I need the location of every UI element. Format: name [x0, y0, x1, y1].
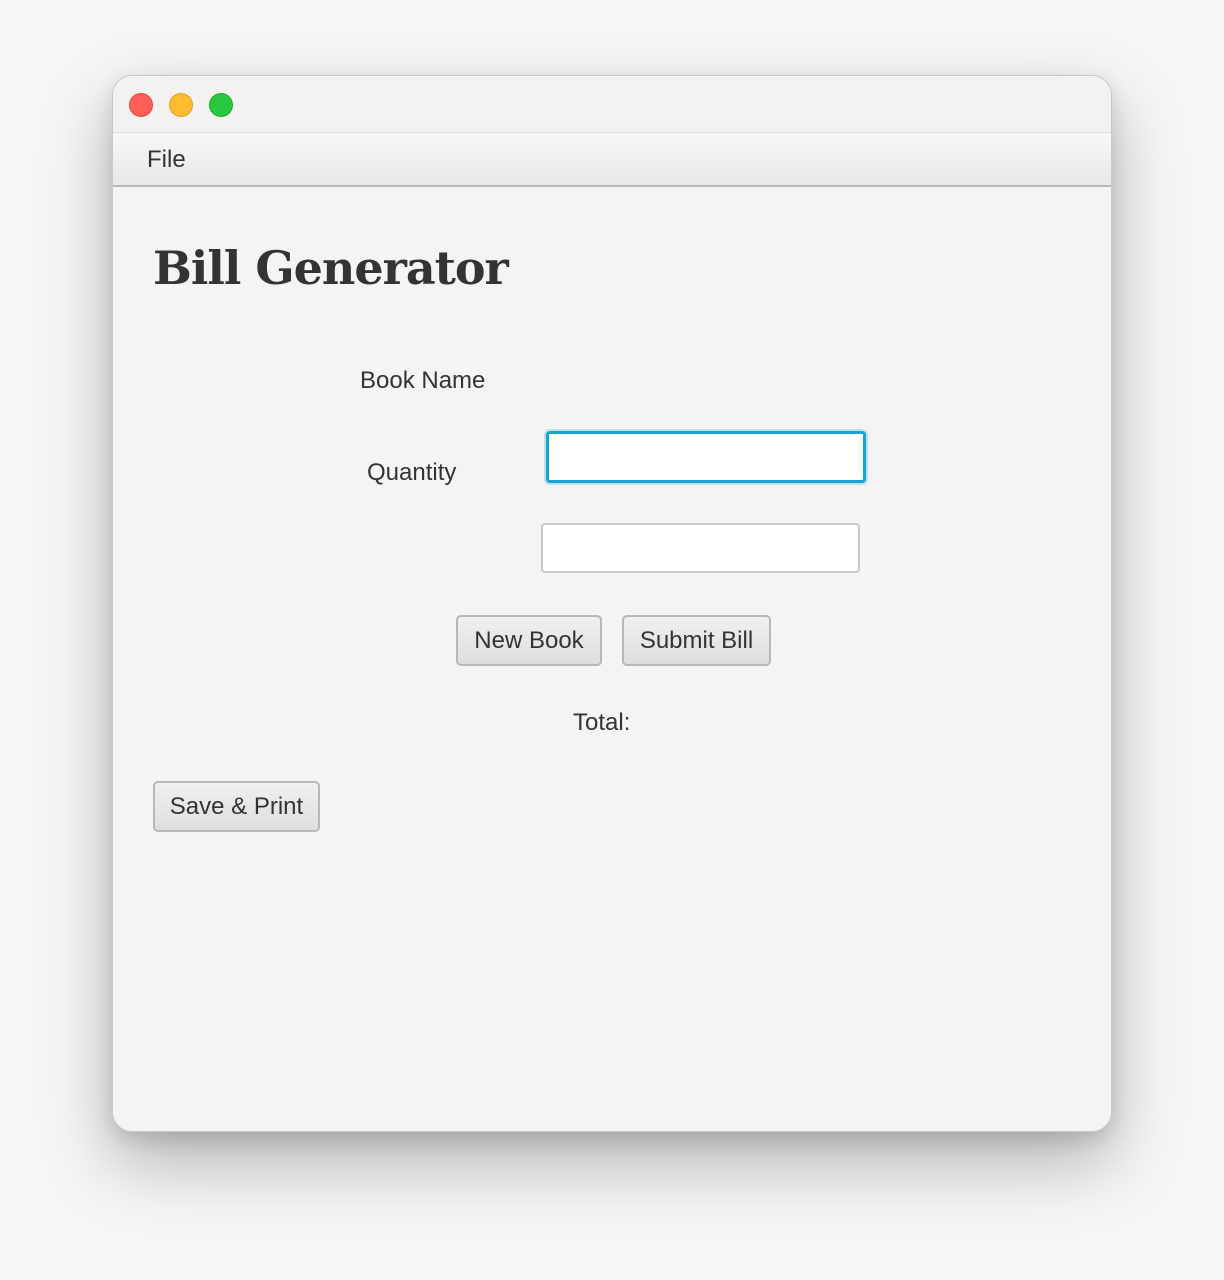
- quantity-label: Quantity: [367, 459, 457, 486]
- main-content: Bill Generator Book Name Quantity New Bo…: [113, 187, 1111, 1131]
- maximize-window-button[interactable]: [209, 93, 233, 117]
- book-name-input[interactable]: [546, 431, 866, 483]
- quantity-input[interactable]: [541, 523, 860, 573]
- submit-bill-button[interactable]: Submit Bill: [622, 615, 771, 666]
- menu-file[interactable]: File: [147, 146, 186, 174]
- save-print-button[interactable]: Save & Print: [153, 781, 320, 832]
- close-window-button[interactable]: [129, 93, 153, 117]
- new-book-button[interactable]: New Book: [456, 615, 602, 666]
- total-label: Total:: [573, 709, 631, 736]
- page-title: Bill Generator: [153, 241, 509, 295]
- menu-bar: File: [113, 133, 1111, 187]
- title-bar[interactable]: [113, 76, 1111, 133]
- book-name-label: Book Name: [360, 367, 486, 394]
- app-window: File Bill Generator Book Name Quantity N…: [112, 75, 1112, 1132]
- minimize-window-button[interactable]: [169, 93, 193, 117]
